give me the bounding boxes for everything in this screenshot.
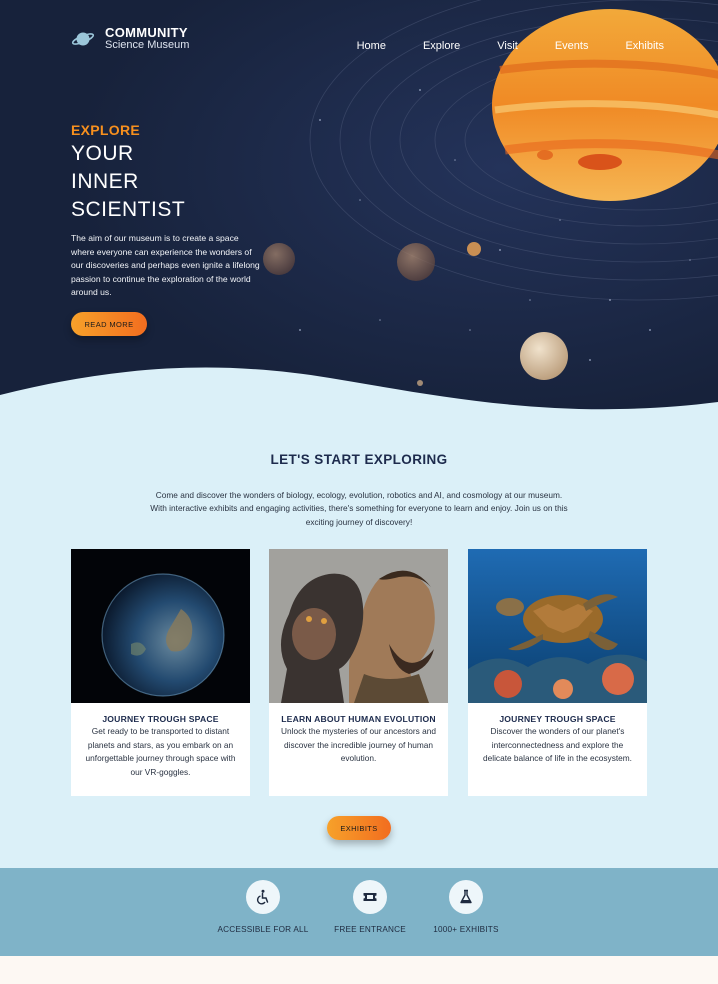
card-text: Get ready to be transported to distant p… <box>85 726 236 777</box>
earth-image <box>71 549 250 703</box>
site-logo[interactable]: COMMUNITY Science Museum <box>71 26 189 51</box>
feature-label: 1000+ EXHIBITS <box>433 925 499 934</box>
hero-title-line-1: YOUR <box>71 142 134 165</box>
hero-title-line-2: INNER <box>71 170 139 193</box>
card-ecosystem[interactable]: JOURNEY TROUGH SPACE Discover the wonder… <box>468 549 647 796</box>
card-title: JOURNEY TROUGH SPACE <box>102 714 219 724</box>
card-title: LEARN ABOUT HUMAN EVOLUTION <box>281 714 436 724</box>
hero-kicker: EXPLORE <box>71 122 141 138</box>
card-text: Discover the wonders of our planet's int… <box>483 726 632 763</box>
features-bar: ACCESSIBLE FOR ALL FREE ENTRANCE 1000+ E… <box>0 868 718 956</box>
nav-home[interactable]: Home <box>320 40 386 52</box>
card-title: JOURNEY TROUGH SPACE <box>499 714 616 724</box>
ticket-icon <box>363 893 377 901</box>
brand-title: COMMUNITY <box>105 25 188 40</box>
footer-strip <box>0 956 718 984</box>
card-space[interactable]: JOURNEY TROUGH SPACE Get ready to be tra… <box>71 549 250 796</box>
feature-accessible: ACCESSIBLE FOR ALL <box>203 880 323 934</box>
feature-exhibits: 1000+ EXHIBITS <box>406 880 526 934</box>
nav-exhibits[interactable]: Exhibits <box>588 40 664 52</box>
explore-description: Come and discover the wonders of biology… <box>150 490 568 527</box>
nav-events[interactable]: Events <box>518 40 589 52</box>
evolution-image <box>269 549 448 703</box>
wheelchair-icon <box>256 889 269 905</box>
hero-wave-divider <box>0 367 718 420</box>
feature-icon-circle <box>246 880 280 914</box>
feature-icon-circle <box>449 880 483 914</box>
read-more-button[interactable]: READ MORE <box>71 312 147 336</box>
card-text: Unlock the mysteries of our ancestors an… <box>281 726 436 763</box>
hero-copy: EXPLORE YOUR INNER SCIENTIST The aim of … <box>71 122 261 300</box>
explore-section: LET'S START EXPLORING Come and discover … <box>0 420 718 868</box>
card-evolution[interactable]: LEARN ABOUT HUMAN EVOLUTION Unlock the m… <box>269 549 448 796</box>
hero-title: YOUR INNER SCIENTIST <box>71 140 261 224</box>
nav-explore[interactable]: Explore <box>386 40 460 52</box>
hero-title-line-3: SCIENTIST <box>71 198 186 221</box>
nav-visit[interactable]: Visit <box>460 40 518 52</box>
exhibits-button[interactable]: EXHIBITS <box>327 816 391 840</box>
planet-icon <box>71 32 95 46</box>
feature-icon-circle <box>353 880 387 914</box>
brand-subtitle: Science Museum <box>105 38 190 51</box>
hero-description: The aim of our museum is to create a spa… <box>71 233 260 298</box>
main-nav: Home Explore Visit Events Exhibits <box>320 40 664 52</box>
explore-title: LET'S START EXPLORING <box>270 452 448 467</box>
flask-icon <box>460 889 472 904</box>
feature-label: ACCESSIBLE FOR ALL <box>217 925 309 934</box>
sea-turtle-image <box>468 549 647 703</box>
hero-section: COMMUNITY Science Museum Home Explore Vi… <box>0 0 718 420</box>
